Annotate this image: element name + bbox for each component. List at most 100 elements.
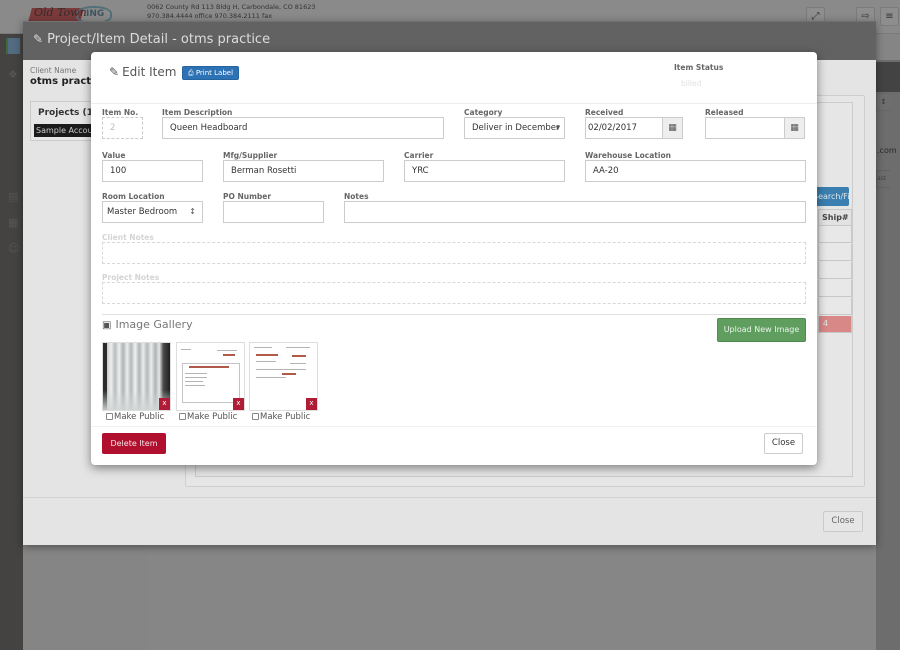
checkbox-icon[interactable] <box>106 413 113 420</box>
doc-highlight <box>292 355 306 357</box>
notes-label: Notes <box>344 192 369 201</box>
doc-text-line <box>256 377 286 378</box>
doc-text-line <box>286 347 310 348</box>
menu-icon: ≡ <box>885 11 894 22</box>
list-icon[interactable]: ▤ <box>8 190 18 203</box>
doc-text-line <box>185 385 205 386</box>
doc-text-line <box>256 369 306 370</box>
category-value: Deliver in December <box>472 123 560 133</box>
make-public-label: Make Public <box>187 412 238 422</box>
background-email-fragment: .com <box>877 146 897 155</box>
room-location-label: Room Location <box>102 192 165 201</box>
edit-item-title-text: Edit Item <box>122 65 177 79</box>
user-avatar[interactable] <box>6 38 20 54</box>
gallery-image-1[interactable]: x <box>102 342 171 411</box>
print-label-text: Print Label <box>195 69 234 77</box>
warehouse-location-input[interactable]: AA-20 <box>585 160 806 182</box>
image-gallery-title-text: Image Gallery <box>115 318 193 331</box>
supplier-label: Mfg/Supplier <box>223 151 278 160</box>
category-label: Category <box>464 108 503 117</box>
po-number-input[interactable] <box>223 201 324 223</box>
doc-highlight <box>223 354 235 356</box>
item-no-field: 2 <box>102 117 143 139</box>
make-public-checkbox[interactable]: Make Public <box>252 412 310 422</box>
ship-cell <box>818 280 852 297</box>
remove-image-button[interactable]: x <box>233 398 244 410</box>
room-location-select[interactable]: Master Bedroom ↕ <box>102 201 203 223</box>
checkbox-icon[interactable] <box>179 413 186 420</box>
room-location-value: Master Bedroom <box>107 207 178 217</box>
released-label: Released <box>705 108 744 117</box>
menu-button[interactable]: ≡ <box>880 7 899 26</box>
doc-text-line <box>185 381 203 382</box>
delete-item-button[interactable]: Delete Item <box>102 433 166 454</box>
received-calendar-button[interactable]: ▦ <box>662 117 683 139</box>
print-icon: ⎙ <box>187 69 194 77</box>
notes-input[interactable] <box>344 201 806 223</box>
remove-image-button[interactable]: x <box>159 398 170 410</box>
outer-close-button[interactable]: Close <box>823 511 863 532</box>
image-gallery-title: ▣ Image Gallery <box>102 318 193 331</box>
edit-icon: ✎ <box>109 65 120 79</box>
projects-header: Projects (1) <box>38 108 98 118</box>
item-no-label: Item No. <box>102 108 139 117</box>
doc-text-line <box>185 373 207 374</box>
doc-highlight <box>189 366 229 368</box>
client-name-label: Client Name <box>30 66 77 75</box>
value-input[interactable]: 100 <box>102 160 203 182</box>
item-status-label: Item Status <box>674 63 724 72</box>
doc-text-line <box>254 347 272 348</box>
gallery-image-3[interactable]: x <box>249 342 318 411</box>
edit-item-title: ✎ Edit Item <box>109 65 176 79</box>
doc-text-line <box>290 363 306 364</box>
item-description-input[interactable]: Queen Headboard <box>162 117 444 139</box>
doc-text-line <box>256 361 276 362</box>
project-notes-label: Project Notes <box>102 273 160 282</box>
outer-modal-footer-divider <box>23 497 876 498</box>
logo-suffix: ING <box>86 9 105 19</box>
close-button[interactable]: Close <box>764 433 803 454</box>
calendar-icon[interactable]: ▦ <box>8 216 18 229</box>
received-label: Received <box>585 108 624 117</box>
print-label-button[interactable]: ⎙ Print Label <box>182 66 239 80</box>
warehouse-location-label: Warehouse Location <box>585 151 671 160</box>
make-public-checkbox[interactable]: Make Public <box>106 412 164 422</box>
supplier-input[interactable]: Berman Rosetti <box>223 160 384 182</box>
edit-item-footer-divider <box>91 426 817 427</box>
remove-image-button[interactable]: x <box>306 398 317 410</box>
carrier-label: Carrier <box>404 151 434 160</box>
company-address: 0062 County Rd 113 Bldg H, Carbondale, C… <box>147 3 315 21</box>
received-date-input[interactable]: 02/02/2017 <box>585 117 663 139</box>
doc-highlight <box>282 373 296 375</box>
calendar-icon: ▦ <box>668 123 677 133</box>
ship-column-header[interactable]: Ship# <box>818 209 852 226</box>
item-description-label: Item Description <box>162 108 233 117</box>
outer-modal-title-text: Project/Item Detail - otms practice <box>47 32 271 47</box>
upload-new-image-button[interactable]: Upload New Image <box>717 318 806 342</box>
search-filter-button[interactable]: Search/Filter <box>813 187 849 206</box>
make-public-checkbox[interactable]: Make Public <box>179 412 237 422</box>
address-line-2: 970.384.4444 office 970.384.2111 fax <box>147 12 273 20</box>
address-line-1: 0062 County Rd 113 Bldg H, Carbondale, C… <box>147 3 316 11</box>
outer-modal-title: ✎ Project/Item Detail - otms practice <box>33 32 270 47</box>
dropbox-icon[interactable]: ❖ <box>8 68 18 81</box>
project-notes-field <box>102 282 806 304</box>
value-label: Value <box>102 151 126 160</box>
background-right-select[interactable]: ↕ <box>876 93 890 111</box>
gallery-image-2[interactable]: x <box>176 342 245 411</box>
doc-text-line <box>181 349 191 350</box>
image-icon: ▣ <box>102 320 112 331</box>
updown-arrow-icon: ↕ <box>189 207 196 216</box>
released-date-input[interactable] <box>705 117 785 139</box>
released-calendar-button[interactable]: ▦ <box>784 117 805 139</box>
ship-cell <box>818 262 852 279</box>
ship-cell <box>818 298 852 315</box>
po-number-label: PO Number <box>223 192 272 201</box>
checkbox-icon[interactable] <box>252 413 259 420</box>
category-select[interactable]: Deliver in December ▾ <box>464 117 565 139</box>
background-right-button[interactable]: ast <box>876 170 890 188</box>
doc-text-line <box>185 377 207 378</box>
users-icon[interactable]: ☺ <box>8 242 19 255</box>
doc-highlight <box>256 354 278 356</box>
carrier-input[interactable]: YRC <box>404 160 565 182</box>
